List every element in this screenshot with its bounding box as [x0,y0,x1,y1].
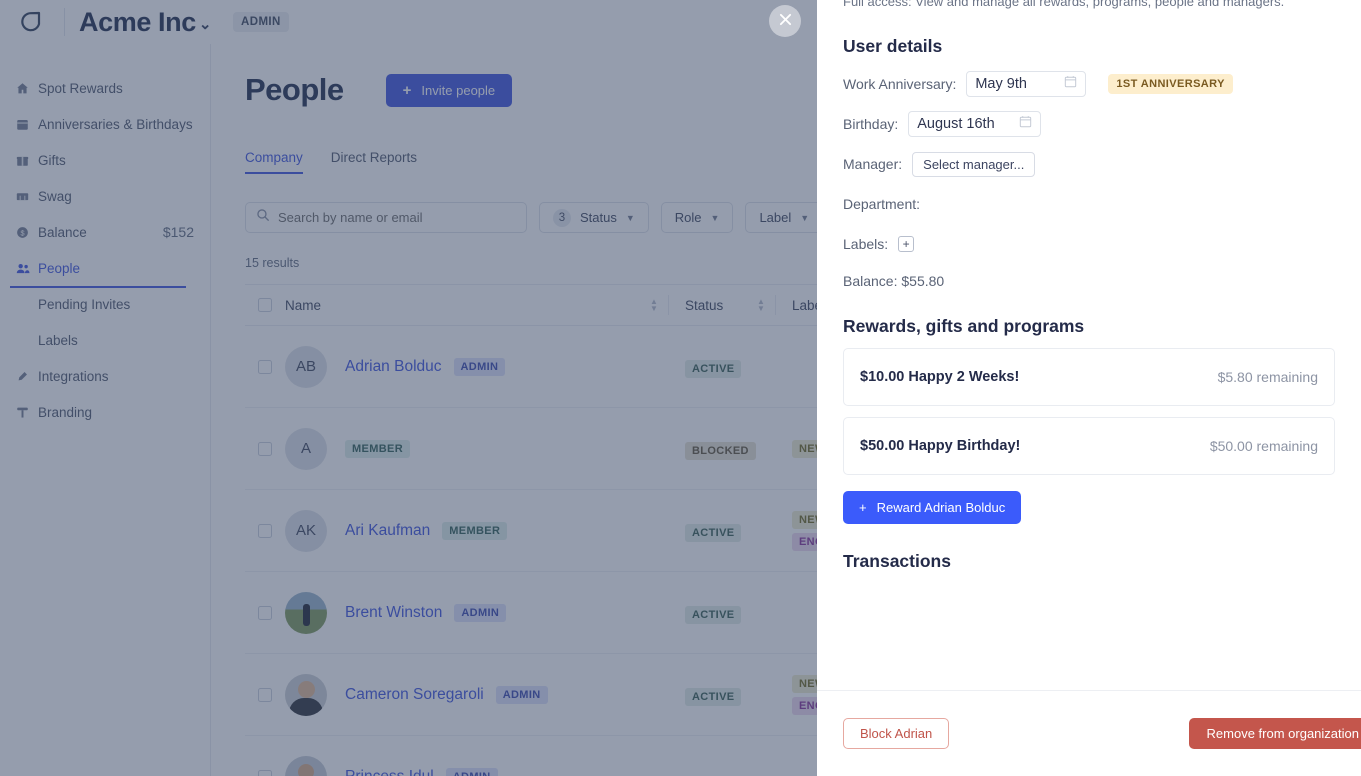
reward-remaining: $5.80 remaining [1217,369,1318,385]
reward-user-label: Reward Adrian Bolduc [876,500,1006,515]
user-details-heading: User details [843,36,943,56]
modal-overlay[interactable] [0,0,817,776]
work-anniversary-value: May 9th [975,76,1027,92]
birthday-date-input[interactable]: August 16th [908,111,1041,137]
work-anniversary-row: Work Anniversary: May 9th 1ST ANNIVERSAR… [843,71,1335,97]
remove-from-organization-button[interactable]: Remove from organization [1188,718,1361,749]
anniversary-badge: 1ST ANNIVERSARY [1108,74,1233,94]
drawer-footer: Block Adrian Remove from organization [817,690,1361,776]
labels-row: Labels: + [843,231,1335,257]
screen-root: Acme Inc ⌄ ADMIN Spot Rewards Anniversar… [0,0,1361,776]
reward-card[interactable]: $10.00 Happy 2 Weeks! $5.80 remaining [843,348,1335,406]
department-label: Department: [843,196,921,212]
department-row: Department: [843,191,1335,217]
role-description: Full access: View and manage all rewards… [843,0,1285,9]
rewards-heading: Rewards, gifts and programs [843,316,1085,336]
plus-icon: + [859,500,867,515]
close-drawer-button[interactable] [769,5,801,37]
work-anniversary-label: Work Anniversary: [843,76,957,92]
work-anniversary-date-input[interactable]: May 9th [966,71,1087,97]
calendar-icon [1019,115,1032,133]
reward-title: $10.00 Happy 2 Weeks! [860,369,1020,385]
close-icon [779,13,792,29]
reward-card[interactable]: $50.00 Happy Birthday! $50.00 remaining [843,417,1335,475]
birthday-label: Birthday: [843,116,899,132]
manager-row: Manager: Select manager... [843,151,1335,177]
transactions-heading: Transactions [843,551,951,571]
birthday-row: Birthday: August 16th [843,111,1335,137]
add-label-button[interactable]: + [898,236,915,252]
block-user-button[interactable]: Block Adrian [843,718,950,749]
birthday-value: August 16th [917,116,995,132]
reward-remaining: $50.00 remaining [1209,438,1318,454]
manager-label: Manager: [843,156,903,172]
select-manager-button[interactable]: Select manager... [912,151,1036,177]
user-detail-drawer: Full access: View and manage all rewards… [817,0,1361,776]
labels-label: Labels: [843,236,889,252]
reward-title: $50.00 Happy Birthday! [860,438,1021,454]
reward-user-button[interactable]: + Reward Adrian Bolduc [843,491,1022,524]
balance-line: Balance: $55.80 [843,273,945,289]
calendar-icon [1064,75,1077,93]
